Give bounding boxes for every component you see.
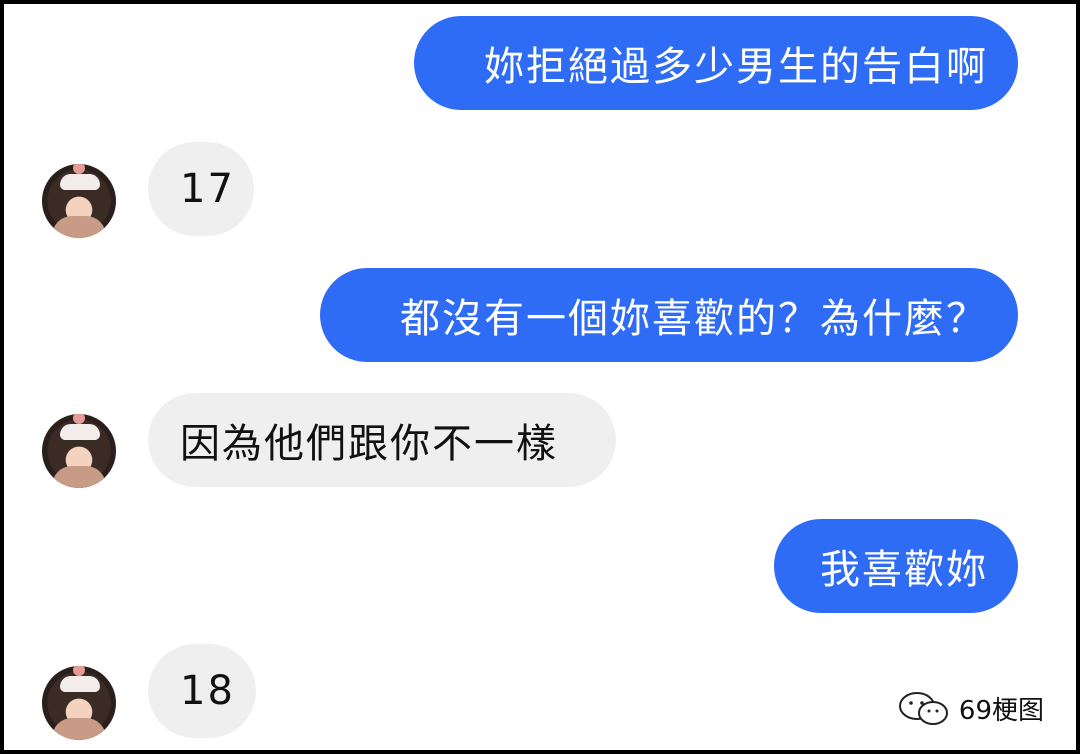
watermark: 69梗图 (895, 690, 1044, 727)
chat-screenshot: 妳拒絕過多少男生的告白啊 17 都沒有一個妳喜歡的？為什麼？ 因為他們跟你不一樣… (0, 0, 1080, 754)
outgoing-message-bubble: 妳拒絕過多少男生的告白啊 (414, 16, 1018, 110)
contact-avatar[interactable] (42, 414, 116, 488)
watermark-text: 69梗图 (958, 696, 1044, 726)
outgoing-message-bubble: 都沒有一個妳喜歡的？為什麼？ (320, 268, 1018, 362)
message-text: 18 (180, 668, 235, 714)
contact-avatar[interactable] (42, 164, 116, 238)
contact-avatar[interactable] (42, 666, 116, 740)
message-text: 17 (180, 166, 235, 212)
message-text: 因為他們跟你不一樣 (180, 421, 558, 467)
incoming-message-bubble: 18 (148, 644, 256, 738)
incoming-message-bubble: 17 (148, 142, 254, 236)
incoming-message-bubble: 因為他們跟你不一樣 (148, 393, 616, 487)
message-text: 妳拒絕過多少男生的告白啊 (484, 44, 988, 90)
outgoing-message-bubble: 我喜歡妳 (774, 519, 1018, 613)
message-text: 我喜歡妳 (820, 547, 988, 593)
message-text: 都沒有一個妳喜歡的？為什麼？ (400, 296, 988, 342)
wechat-icon (898, 691, 948, 725)
